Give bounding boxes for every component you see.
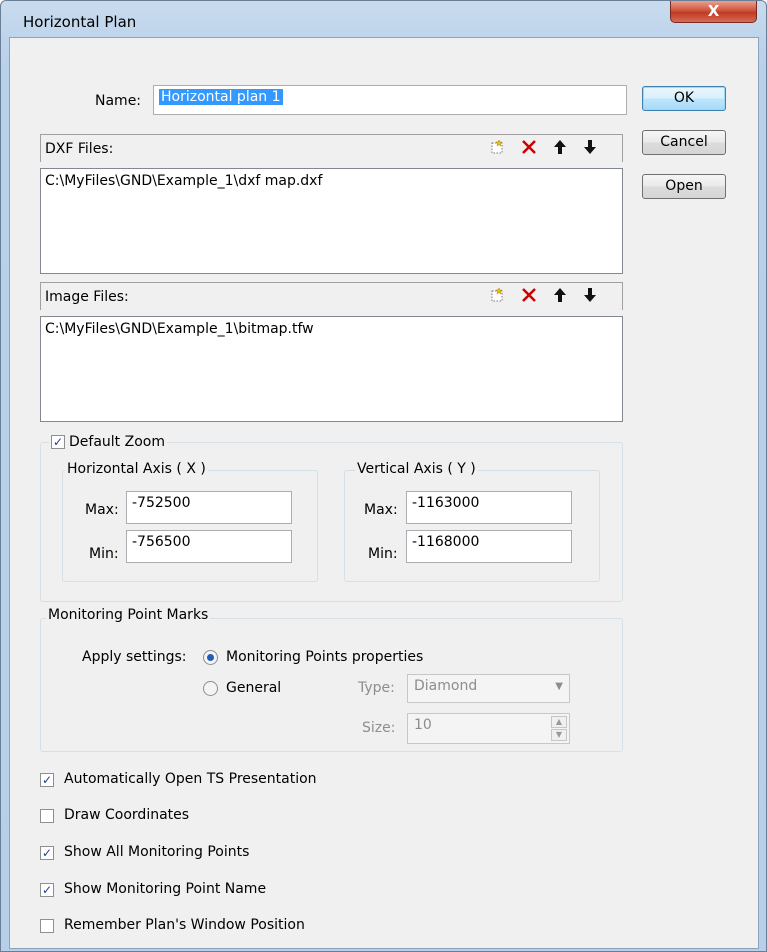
radio-selected-dot — [207, 654, 214, 661]
type-select-value: Diamond — [414, 678, 478, 694]
spin-down-icon[interactable]: ▼ — [551, 729, 567, 741]
move-down-arrow-icon[interactable] — [581, 287, 599, 305]
apply-settings-label: Apply settings: — [82, 649, 187, 665]
y-min-input[interactable]: -1168000 — [406, 530, 572, 563]
close-button[interactable]: X — [670, 1, 757, 23]
name-label: Name: — [95, 93, 142, 109]
default-zoom-legend[interactable]: ✓ Default Zoom — [49, 434, 167, 450]
horizontal-axis-title: Horizontal Axis ( X ) — [65, 461, 208, 477]
x-min-input[interactable]: -756500 — [126, 530, 292, 563]
vertical-axis-title: Vertical Axis ( Y ) — [355, 461, 478, 477]
close-icon: X — [707, 2, 720, 20]
dialog-window: Horizontal Plan X Name: Horizontal plan … — [0, 0, 767, 952]
vertical-axis-group — [344, 470, 600, 582]
y-max-label: Max: — [364, 502, 398, 518]
draw-coordinates-label[interactable]: Draw Coordinates — [64, 807, 189, 823]
x-max-input[interactable]: -752500 — [126, 491, 292, 524]
radio-general-label[interactable]: General — [226, 680, 281, 696]
show-mp-name-checkbox[interactable]: ✓ — [40, 883, 54, 897]
type-label: Type: — [358, 680, 395, 696]
radio-general[interactable] — [203, 681, 218, 696]
auto-open-ts-checkbox[interactable]: ✓ — [40, 773, 54, 787]
move-down-arrow-icon[interactable] — [581, 139, 599, 157]
title-bar[interactable]: Horizontal Plan X — [1, 1, 766, 37]
new-file-icon[interactable] — [488, 139, 506, 157]
dxf-files-header: DXF Files: — [40, 134, 623, 162]
image-files-header: Image Files: — [40, 282, 623, 310]
size-value: 10 — [414, 717, 432, 733]
ok-button[interactable]: OK — [642, 86, 726, 111]
auto-open-ts-label[interactable]: Automatically Open TS Presentation — [64, 771, 317, 787]
monitoring-marks-title: Monitoring Point Marks — [46, 607, 211, 623]
image-files-label: Image Files: — [45, 289, 129, 305]
dxf-files-label: DXF Files: — [45, 141, 114, 157]
radio-mp-properties-label[interactable]: Monitoring Points properties — [226, 649, 423, 665]
type-select[interactable]: Diamond ▼ — [407, 674, 570, 703]
cancel-button[interactable]: Cancel — [642, 130, 726, 155]
new-file-icon[interactable] — [488, 287, 506, 305]
list-item[interactable]: C:\MyFiles\GND\Example_1\dxf map.dxf — [45, 173, 618, 189]
spin-up-icon[interactable]: ▲ — [551, 716, 567, 728]
window-title: Horizontal Plan — [23, 13, 137, 31]
open-button[interactable]: Open — [642, 174, 726, 199]
delete-icon[interactable] — [520, 287, 538, 305]
show-all-mp-label[interactable]: Show All Monitoring Points — [64, 844, 249, 860]
radio-mp-properties[interactable] — [203, 650, 218, 665]
remember-position-checkbox[interactable] — [40, 919, 54, 933]
show-mp-name-label[interactable]: Show Monitoring Point Name — [64, 881, 266, 897]
default-zoom-checkbox[interactable]: ✓ — [51, 435, 65, 449]
default-zoom-label: Default Zoom — [69, 434, 165, 450]
name-value: Horizontal plan 1 — [159, 89, 283, 105]
show-all-mp-checkbox[interactable]: ✓ — [40, 846, 54, 860]
move-up-arrow-icon[interactable] — [551, 139, 569, 157]
x-max-label: Max: — [85, 502, 119, 518]
move-up-arrow-icon[interactable] — [551, 287, 569, 305]
size-label: Size: — [362, 720, 396, 736]
chevron-down-icon: ▼ — [555, 681, 563, 692]
size-spinner[interactable]: 10 ▲ ▼ — [407, 713, 570, 744]
dxf-files-list[interactable]: C:\MyFiles\GND\Example_1\dxf map.dxf — [40, 168, 623, 274]
dialog-body: Name: Horizontal plan 1 OK Cancel Open D… — [9, 37, 759, 949]
horizontal-axis-group — [62, 470, 318, 582]
list-item[interactable]: C:\MyFiles\GND\Example_1\bitmap.tfw — [45, 321, 618, 337]
x-min-label: Min: — [89, 546, 119, 562]
y-min-label: Min: — [368, 546, 398, 562]
remember-position-label[interactable]: Remember Plan's Window Position — [64, 917, 305, 933]
image-files-list[interactable]: C:\MyFiles\GND\Example_1\bitmap.tfw — [40, 316, 623, 422]
y-max-input[interactable]: -1163000 — [406, 491, 572, 524]
delete-icon[interactable] — [520, 139, 538, 157]
draw-coordinates-checkbox[interactable] — [40, 809, 54, 823]
name-input[interactable]: Horizontal plan 1 — [153, 85, 627, 115]
